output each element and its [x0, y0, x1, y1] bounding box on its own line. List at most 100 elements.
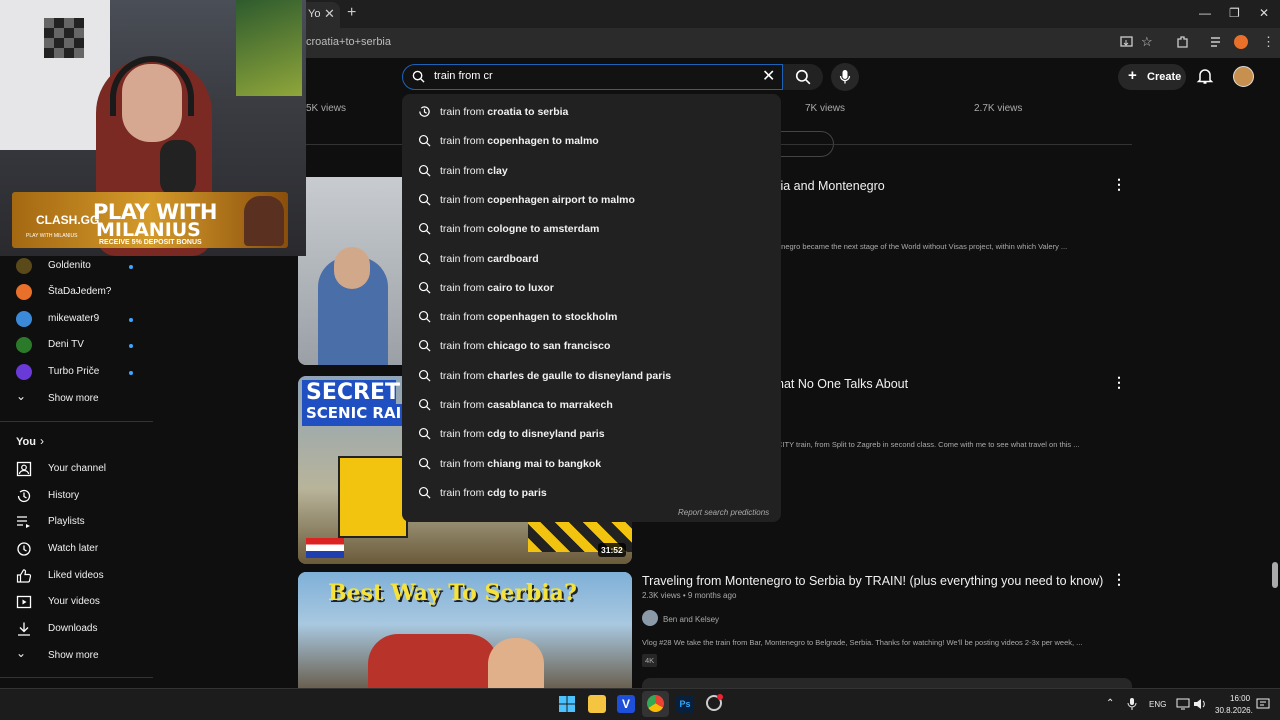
- sidebar-item-watch-later[interactable]: Watch later: [16, 539, 146, 561]
- chrome-icon[interactable]: [647, 695, 664, 712]
- search-icon: [418, 340, 431, 352]
- search-suggestion[interactable]: train from cairo to luxor: [402, 273, 781, 302]
- bell-icon[interactable]: [1196, 67, 1214, 85]
- sidebar-subscription[interactable]: Turbo Priče: [16, 362, 146, 384]
- search-query-text[interactable]: train from cr: [434, 70, 493, 82]
- notifications-icon[interactable]: [1256, 697, 1270, 711]
- you-section-header[interactable]: You ›: [16, 432, 76, 454]
- search-suggestion[interactable]: train from croatia to serbia: [402, 97, 781, 126]
- channel-name[interactable]: Ben and Kelsey: [663, 615, 719, 624]
- network-icon[interactable]: [1176, 697, 1190, 711]
- search-suggestion[interactable]: train from clay: [402, 156, 781, 185]
- sidebar-subscription[interactable]: mikewater9: [16, 309, 146, 331]
- clear-search-icon[interactable]: ✕: [762, 66, 775, 86]
- channel-avatar[interactable]: [642, 610, 658, 626]
- tab-close-icon[interactable]: ✕: [324, 6, 335, 22]
- sidebar-item-liked-videos[interactable]: Liked videos: [16, 566, 146, 588]
- more-actions-icon[interactable]: ⋮: [1112, 374, 1126, 391]
- suggestion-prefix: train from: [440, 340, 488, 353]
- suggestion-text: train from cdg to paris: [440, 487, 547, 499]
- video-title[interactable]: Traveling from Montenegro to Serbia by T…: [642, 574, 1103, 588]
- search-button[interactable]: [783, 64, 823, 90]
- sidebar-item-history[interactable]: History: [16, 486, 146, 508]
- restore-button[interactable]: ❐: [1229, 6, 1240, 20]
- suggestion-text: train from croatia to serbia: [440, 106, 568, 118]
- video-thumbnail[interactable]: Best Way To Serbia?: [298, 572, 632, 688]
- scrollbar[interactable]: [1272, 562, 1278, 588]
- search-suggestion[interactable]: train from cardboard: [402, 244, 781, 273]
- quality-badge: 4K: [642, 654, 658, 667]
- extensions-icon[interactable]: [1175, 35, 1189, 49]
- bookmark-star-icon[interactable]: ☆: [1141, 34, 1153, 50]
- volume-icon[interactable]: [1193, 697, 1207, 711]
- file-explorer-icon[interactable]: [588, 695, 606, 713]
- search-suggestion[interactable]: train from casablanca to marrakech: [402, 390, 781, 419]
- vpn-app-icon[interactable]: V: [617, 695, 635, 713]
- search-suggestion[interactable]: train from cdg to paris: [402, 478, 781, 507]
- suggestion-text: train from cologne to amsterdam: [440, 223, 599, 235]
- show-more-button[interactable]: ⌄ Show more: [16, 389, 146, 411]
- mic-icon[interactable]: [1127, 697, 1137, 711]
- sidebar-item-label: Playlists: [48, 516, 85, 527]
- tab-label: Yo: [308, 8, 321, 20]
- suggestion-completion: croatia to serbia: [487, 106, 569, 118]
- sidebar-item-your-channel[interactable]: Your channel: [16, 459, 146, 481]
- avatar[interactable]: [1233, 66, 1254, 87]
- url-text[interactable]: croatia+to+serbia: [306, 36, 391, 48]
- suggestion-text: train from copenhagen to malmo: [440, 135, 599, 147]
- search-suggestion[interactable]: train from charles de gaulle to disneyla…: [402, 361, 781, 390]
- search-suggestion[interactable]: train from copenhagen to malmo: [402, 126, 781, 155]
- search-suggestion[interactable]: train from cdg to disneyland paris: [402, 419, 781, 448]
- report-search-predictions-link[interactable]: Report search predictions: [678, 508, 769, 517]
- suggestion-text: train from casablanca to marrakech: [440, 399, 613, 411]
- show-more-button[interactable]: ⌄ Show more: [16, 646, 146, 668]
- new-tab-button[interactable]: +: [347, 4, 356, 22]
- photoshop-icon[interactable]: Ps: [676, 695, 694, 713]
- install-icon[interactable]: [1120, 35, 1134, 49]
- sidebar-item-playlists[interactable]: Playlists: [16, 512, 146, 534]
- clock-time[interactable]: 16:00: [1230, 694, 1250, 703]
- new-content-dot: [129, 371, 133, 375]
- search-icon: [418, 252, 431, 264]
- suggestion-text: train from cardboard: [440, 253, 539, 265]
- video-title[interactable]: hat No One Talks About: [777, 377, 908, 391]
- acoustic-panel: [44, 18, 84, 58]
- language-indicator[interactable]: ENG: [1149, 700, 1166, 709]
- minimize-button[interactable]: —: [1199, 6, 1211, 20]
- sidebar-item-label: Watch later: [48, 543, 99, 554]
- search-suggestion[interactable]: train from copenhagen airport to malmo: [402, 185, 781, 214]
- search-suggestion[interactable]: train from chicago to san francisco: [402, 331, 781, 360]
- sidebar-subscription[interactable]: Deni TV: [16, 335, 146, 357]
- video-description: Vlog #28 We take the train from Bar, Mon…: [642, 638, 1083, 647]
- search-suggestion[interactable]: train from chiang mai to bangkok: [402, 449, 781, 478]
- menu-dots-icon[interactable]: ⋮: [1262, 34, 1275, 50]
- thumbnail-text: Best Way To Serbia?: [328, 580, 577, 606]
- suggestion-completion: chiang mai to bangkok: [487, 457, 602, 470]
- show-more-label: Show more: [48, 393, 99, 404]
- close-window-button[interactable]: ✕: [1259, 6, 1269, 20]
- sidebar-subscription[interactable]: ŠtaDaJedem?: [16, 282, 146, 304]
- tray-overflow-icon[interactable]: ⌃: [1106, 698, 1114, 709]
- suggestion-completion: charles de gaulle to disneyland paris: [487, 369, 672, 382]
- search-suggestion[interactable]: train from copenhagen to stockholm: [402, 302, 781, 331]
- more-actions-icon[interactable]: ⋮: [1112, 176, 1126, 193]
- profile-avatar[interactable]: [1234, 35, 1248, 49]
- clock-date[interactable]: 30.8.2026.: [1215, 706, 1253, 715]
- video-description: enegro became the next stage of the Worl…: [777, 242, 1068, 251]
- sidebar-divider: [0, 421, 153, 422]
- thumbnail-face: [334, 247, 370, 289]
- thumb-up-icon: [16, 569, 32, 583]
- search-suggestion[interactable]: train from cologne to amsterdam: [402, 214, 781, 243]
- media-controls-icon[interactable]: [1210, 35, 1224, 49]
- microphone-icon: [160, 140, 196, 196]
- video-title[interactable]: tia and Montenegro: [777, 179, 885, 193]
- video-description: CITY train, from Split to Zagreb in seco…: [777, 440, 1080, 449]
- more-actions-icon[interactable]: ⋮: [1112, 571, 1126, 588]
- sidebar-item-downloads[interactable]: Downloads: [16, 619, 146, 641]
- sidebar-item-your-videos[interactable]: Your videos: [16, 592, 146, 614]
- voice-search-button[interactable]: [831, 63, 859, 91]
- windows-start-icon[interactable]: [559, 696, 575, 712]
- create-button[interactable]: + Create: [1118, 64, 1186, 90]
- search-icon: [418, 486, 431, 499]
- sidebar-subscription[interactable]: Goldenito: [16, 256, 146, 278]
